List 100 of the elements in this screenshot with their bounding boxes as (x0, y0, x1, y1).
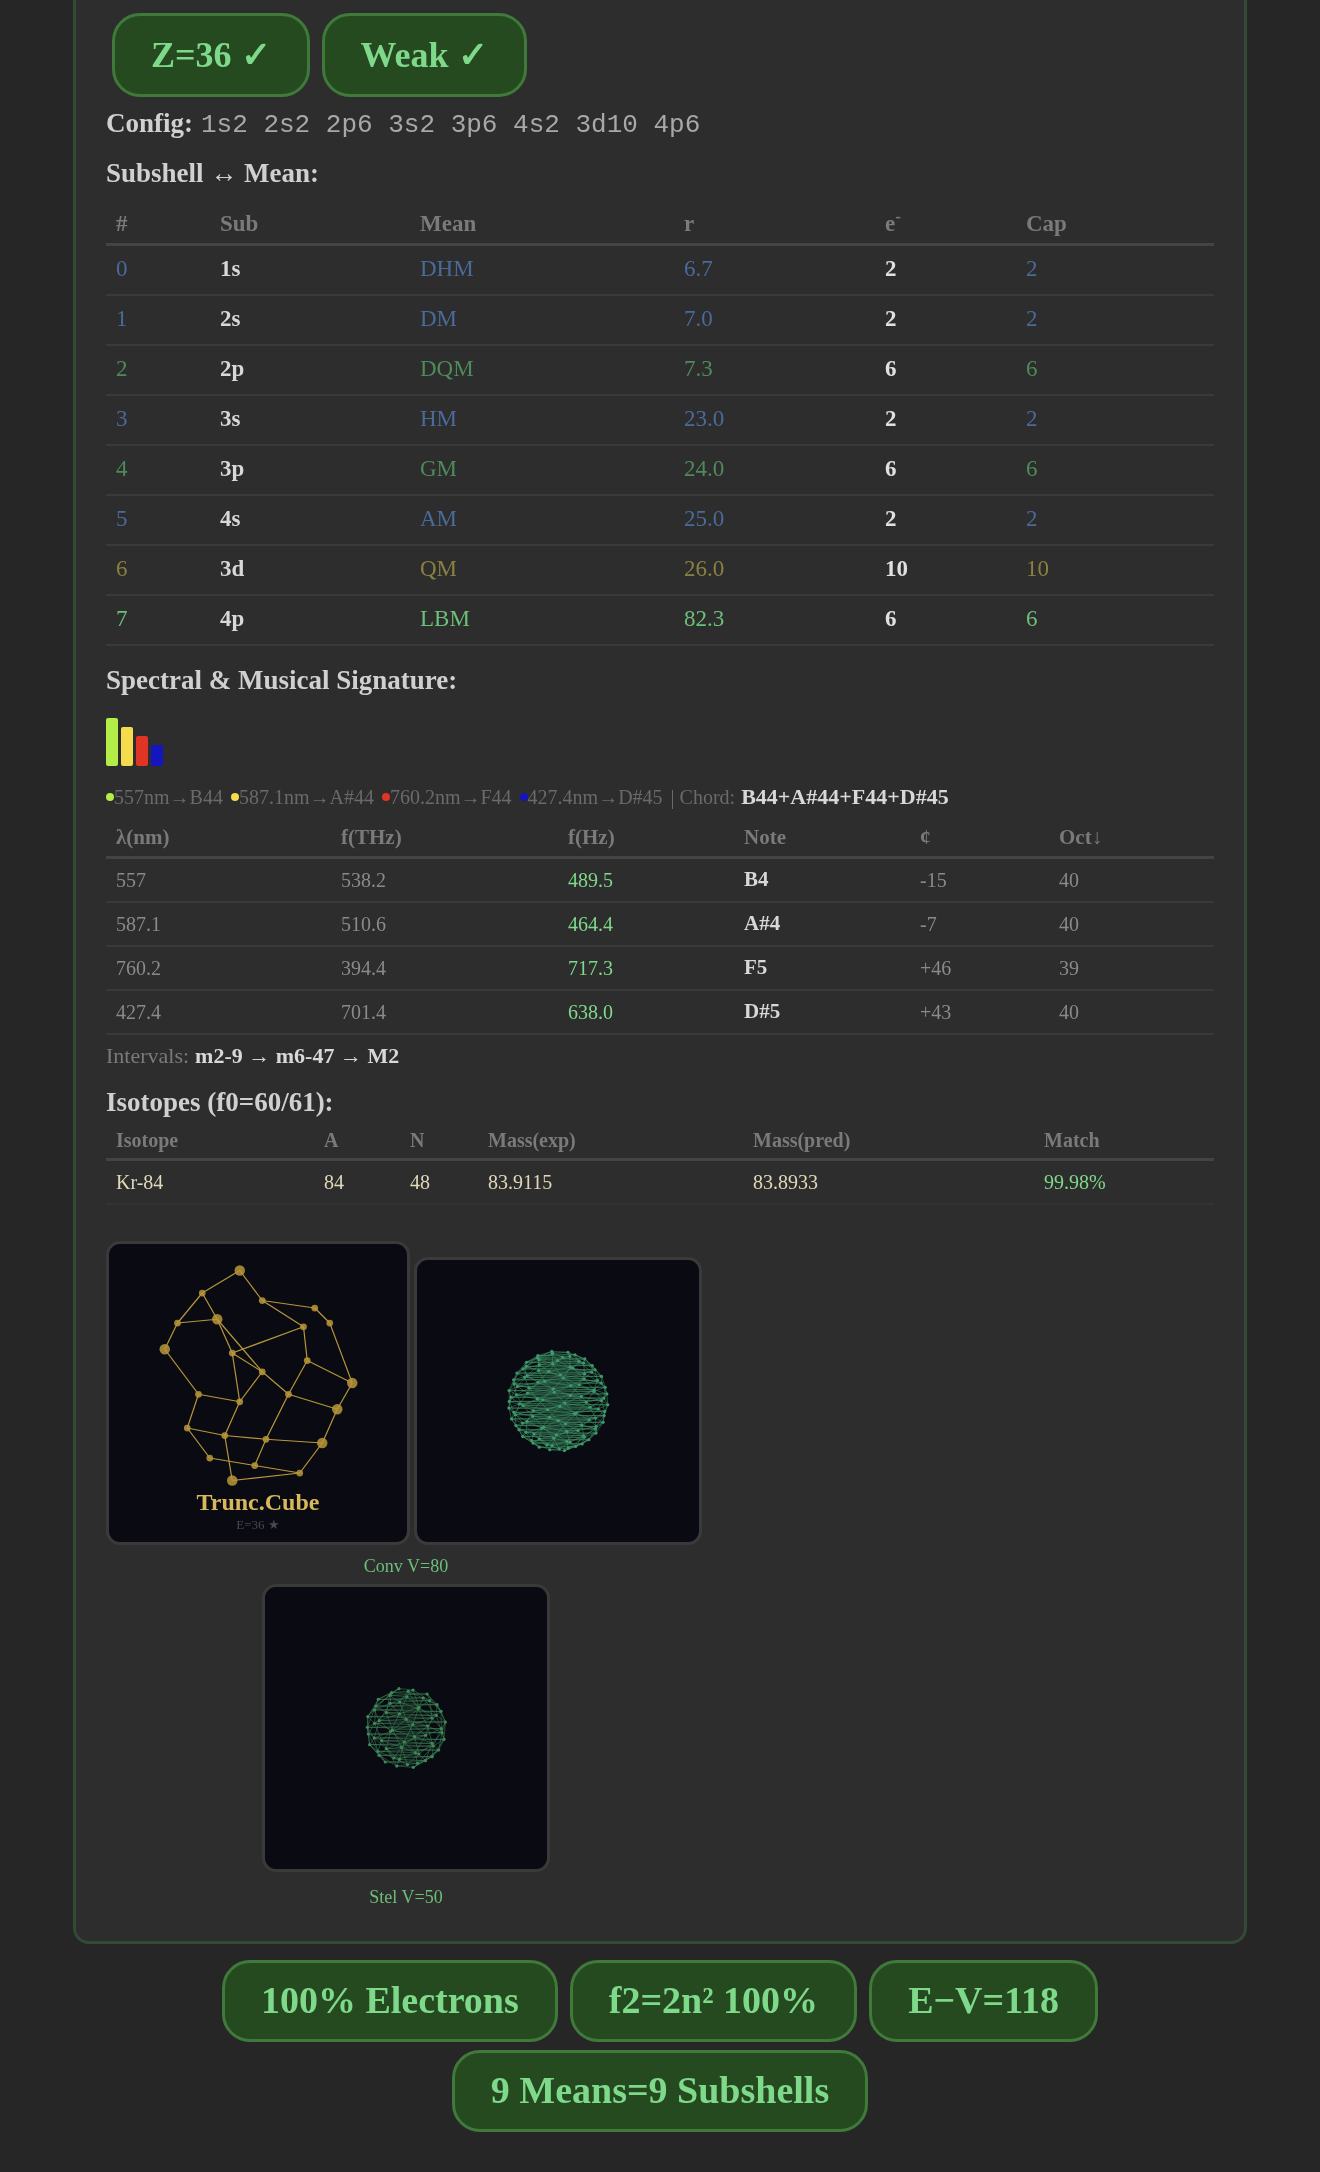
table-cell-text: 4s (220, 505, 242, 534)
table-cell-text: 5 (116, 505, 129, 534)
chord-value: B44+A#44+F44+D#45 (741, 783, 949, 811)
table-cell-text: 6 (885, 355, 898, 384)
table-cell-text: LBM (420, 605, 471, 634)
column-header: Mass(exp) (488, 1128, 577, 1154)
intervals-label: Intervals: (106, 1042, 190, 1070)
table-cell-text: 1s (220, 255, 242, 284)
table-cell-text: 717.3 (568, 956, 614, 981)
table-cell-text: 760.2 (116, 956, 162, 981)
column-header: Note (744, 823, 787, 851)
legend-label: 760.2nm→F44 (389, 784, 512, 810)
table-cell-text: 6 (885, 455, 898, 484)
table-cell-text: 2 (885, 255, 898, 284)
section-title: Subshell ↔ Mean: (106, 157, 321, 190)
legend-label: 557nm→B44 (114, 784, 223, 810)
table-cell-text: 99.98% (1044, 1169, 1107, 1195)
table-cell-text: 6 (116, 555, 129, 584)
table-cell-text: 3s (220, 405, 242, 434)
table-cell-text: +43 (920, 1000, 953, 1025)
table-cell-text: A#4 (744, 910, 782, 938)
table-cell-text: 464.4 (568, 912, 614, 937)
column-header: Match (1044, 1128, 1101, 1153)
table-cell-text: 2 (116, 355, 129, 384)
spectrum-bars-drawing (106, 718, 166, 766)
chord-label: | Chord: (670, 784, 736, 811)
section-title: Spectral & Musical Signature: (106, 663, 459, 697)
table-cell-text: 2s (220, 305, 242, 334)
column-header: Mean (420, 209, 478, 238)
table-cell-text: DQM (420, 355, 475, 384)
figure-caption: Stel V=50 (369, 1886, 443, 1907)
table-cell-text: QM (420, 555, 459, 584)
table-cell-text: 10 (885, 555, 909, 584)
column-header: Cap (1026, 209, 1068, 238)
column-header: Sub (220, 209, 260, 238)
table-cell-text: 82.3 (684, 605, 726, 634)
table-cell-text: 10 (1026, 555, 1050, 584)
table-cell-text: 538.2 (341, 868, 387, 893)
table-cell-text: DM (420, 305, 459, 334)
column-header: f(Hz) (568, 823, 616, 851)
table-cell-text: 638.0 (568, 1000, 614, 1025)
table-cell-text: 7 (116, 605, 129, 634)
column-header: f(THz) (341, 823, 403, 851)
table-cell-text: 84 (324, 1169, 345, 1195)
status-badge: Weak ✓ (321, 13, 527, 97)
table-cell-text: 39 (1059, 956, 1080, 981)
table-cell-text: 6.7 (684, 255, 714, 284)
table-cell-text: 3 (116, 405, 129, 434)
table-cell-text: 40 (1059, 912, 1080, 937)
table-cell-text: 48 (410, 1169, 431, 1195)
table-cell-text: F5 (744, 954, 769, 982)
table-cell-text: 2 (1026, 505, 1039, 534)
table-cell-text: 6 (885, 605, 898, 634)
table-cell-text: 83.9115 (488, 1169, 554, 1195)
config-label: Config: (106, 107, 193, 140)
status-badge: 9 Means=9 Subshells (451, 2049, 869, 2132)
table-cell-text: 23.0 (684, 405, 726, 434)
table-cell-text: 83.8933 (753, 1169, 819, 1195)
column-header: ¢ (920, 823, 932, 851)
table-cell-text: GM (420, 455, 459, 484)
section-title: Isotopes (f0=60/61): (106, 1086, 335, 1119)
config-value: 1s2 2s2 2p6 3s2 3p6 4s2 3d10 4p6 (201, 109, 701, 142)
table-cell-text: 3d (220, 555, 246, 584)
column-header: λ(nm) (116, 823, 171, 851)
shape-subtitle: E=36 ★ (236, 1517, 280, 1534)
table-cell-text: 2p (220, 355, 246, 384)
shape-title: Trunc.Cube (196, 1488, 320, 1518)
figure-caption: Conv V=80 (363, 1555, 449, 1576)
table-cell-text: AM (420, 505, 459, 534)
table-cell-text: 6 (1026, 455, 1039, 484)
table-cell-text: 2 (1026, 305, 1039, 334)
column-header: N (410, 1128, 426, 1153)
table-cell-text: DHM (420, 255, 475, 284)
table-cell-text: D#5 (744, 998, 782, 1026)
legend-label: 587.1nm→A#44 (238, 784, 374, 810)
table-cell-text: 4 (116, 455, 129, 484)
table-cell-text: 2 (885, 505, 898, 534)
table-cell-text: 7.3 (684, 355, 714, 384)
legend-label: 427.4nm→D#45 (527, 784, 663, 810)
table-cell-text: 2 (885, 405, 898, 434)
table-cell-text: 1 (116, 305, 129, 334)
table-cell-text: 24.0 (684, 455, 726, 484)
table-cell-text: 557 (116, 868, 147, 893)
table-cell-text: 587.1 (116, 912, 162, 937)
status-badge: E−V=118 (869, 1959, 1099, 2042)
table-cell-text: 489.5 (568, 868, 614, 893)
table-cell-text: 40 (1059, 1000, 1080, 1025)
column-header: Oct↓ (1059, 823, 1104, 851)
table-cell-text: 427.4 (116, 1000, 162, 1025)
table-cell-text: 6 (1026, 355, 1039, 384)
table-cell-text: -15 (920, 868, 948, 893)
table-cell-text: 4p (220, 605, 246, 634)
table-cell-text: 394.4 (341, 956, 387, 981)
table-cell-text: 701.4 (341, 1000, 387, 1025)
status-badge: 100% Electrons (221, 1959, 558, 2042)
column-header: e$^{-}$ (885, 206, 902, 238)
table-cell-text: Kr-84 (116, 1169, 165, 1195)
status-badge: Z=36 ✓ (112, 13, 310, 97)
table-cell-text: HM (420, 405, 459, 434)
column-header: r (684, 209, 696, 238)
